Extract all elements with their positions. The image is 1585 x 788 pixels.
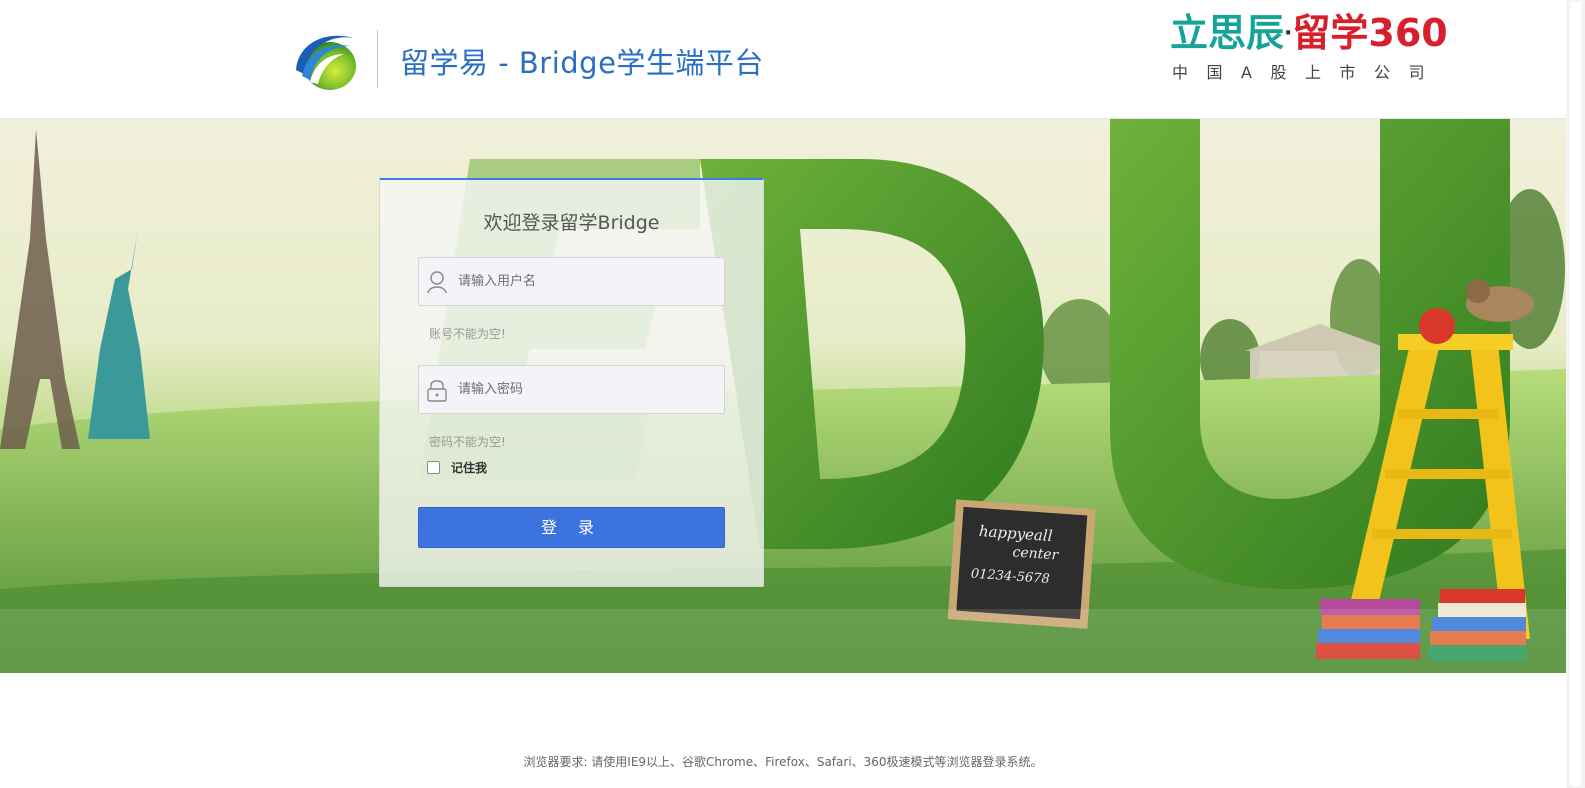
- remember-label: 记住我: [451, 460, 488, 475]
- brand-name-part2: 留学360: [1292, 11, 1448, 55]
- chalkboard-text-2: center: [1012, 544, 1060, 563]
- page-header: 留学易 - Bridge学生端平台 立思辰·留学360 中国A股上市公司: [0, 0, 1566, 119]
- password-error: 密码不能为空!: [429, 435, 506, 449]
- password-field[interactable]: [418, 365, 725, 414]
- hero-banner: happyeall center 01234-5678 欢迎登录留学Bridge: [0, 119, 1566, 673]
- header-divider: [377, 30, 378, 88]
- username-field[interactable]: [418, 257, 725, 306]
- brand-name: 立思辰·留学360: [1170, 12, 1448, 55]
- site-title: 留学易 - Bridge学生端平台: [400, 46, 764, 80]
- remember-me[interactable]: 记住我: [427, 458, 487, 476]
- lock-icon: [427, 380, 447, 402]
- page-scrollbar[interactable]: [1566, 0, 1585, 788]
- brand-name-part1: 立思辰: [1170, 11, 1285, 55]
- user-icon: [427, 271, 447, 294]
- app-logo-icon: [296, 35, 356, 90]
- brand-logo: 立思辰·留学360 中国A股上市公司: [1170, 12, 1470, 82]
- password-input[interactable]: [458, 366, 718, 413]
- login-button[interactable]: 登 录: [418, 507, 725, 548]
- remember-checkbox[interactable]: [427, 460, 440, 474]
- browser-requirement-note: 浏览器要求: 请使用IE9以上、谷歌Chrome、Firefox、Safari、…: [523, 755, 1043, 769]
- username-error: 账号不能为空!: [429, 327, 506, 341]
- login-title: 欢迎登录留学Bridge: [483, 212, 660, 234]
- login-card: 欢迎登录留学Bridge 账号不能为空! 密码不能为空! 记住我 登 录: [379, 178, 764, 587]
- username-input[interactable]: [458, 258, 718, 305]
- brand-tagline: 中国A股上市公司: [1172, 63, 1443, 82]
- banner-illustration: happyeall center 01234-5678: [0, 119, 1566, 673]
- scrollbar-thumb[interactable]: [1570, 2, 1581, 786]
